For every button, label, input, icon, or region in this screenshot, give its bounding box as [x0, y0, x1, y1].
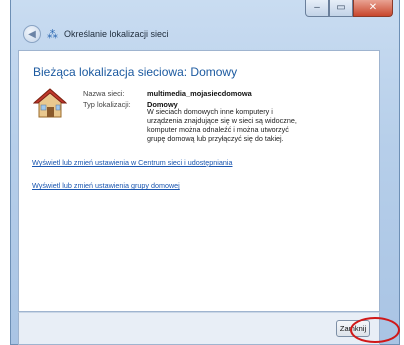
window-close-button[interactable]: ✕ [353, 0, 393, 17]
network-icon: ⁂ [47, 28, 58, 41]
title-bar: ◀ ⁂ Określanie lokalizacji sieci [23, 24, 169, 44]
maximize-button[interactable]: ▭ [329, 0, 353, 17]
homegroup-link[interactable]: Wyświetl lub zmień ustawienia grupy domo… [32, 181, 180, 190]
location-description: W sieciach domowych inne komputery i urz… [147, 107, 297, 143]
window-title: Określanie lokalizacji sieci [64, 29, 169, 39]
back-arrow-icon[interactable]: ◀ [23, 25, 41, 43]
window-controls: – ▭ ✕ [305, 0, 393, 18]
network-center-link[interactable]: Wyświetl lub zmień ustawienia w Centrum … [32, 158, 232, 167]
button-bar: Zamknij [18, 312, 380, 345]
network-name-label: Nazwa sieci: [83, 89, 125, 98]
page-title: Bieżąca lokalizacja sieciowa: Domowy [33, 65, 238, 79]
network-name-value: multimedia_mojasiecdomowa [147, 89, 252, 98]
house-icon [33, 88, 67, 118]
content-panel: Bieżąca lokalizacja sieciowa: Domowy Naz… [18, 50, 380, 312]
location-type-label: Typ lokalizacji: [83, 100, 131, 109]
minimize-button[interactable]: – [305, 0, 329, 17]
highlight-circle [350, 317, 400, 343]
